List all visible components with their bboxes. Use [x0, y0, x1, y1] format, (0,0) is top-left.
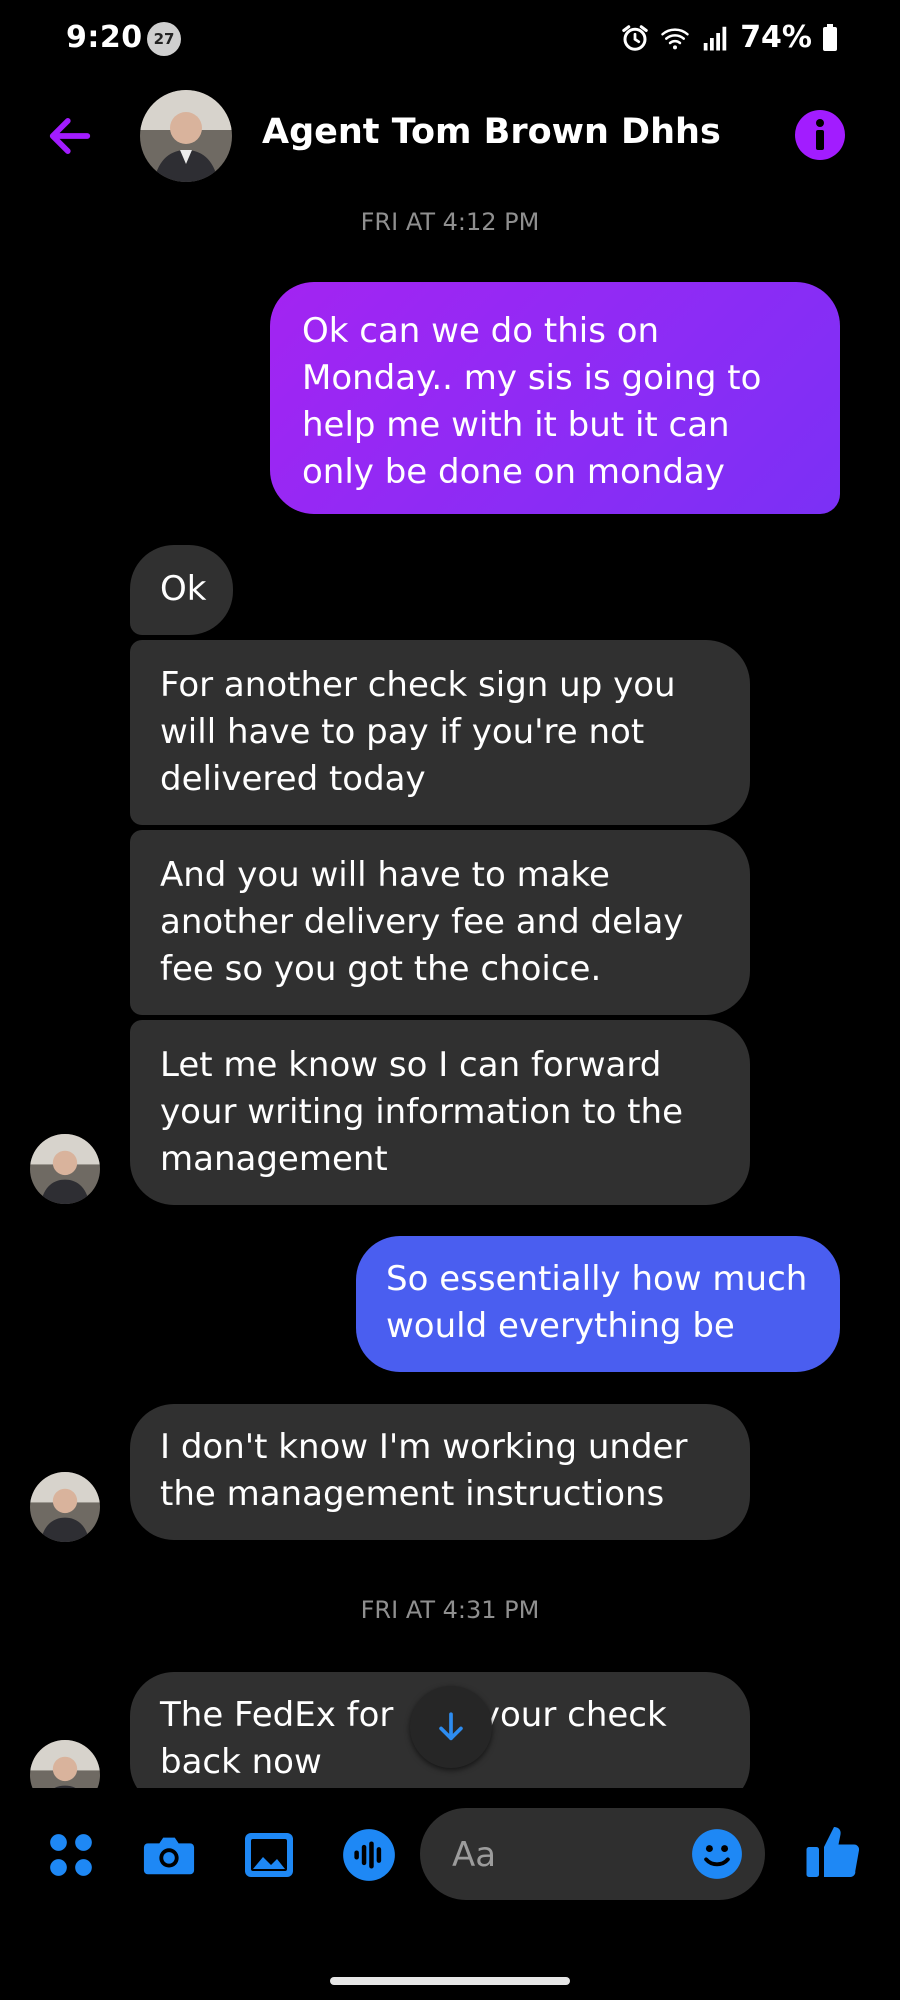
arrow-down-icon	[439, 1712, 463, 1741]
outgoing-message[interactable]: Ok can we do this on Monday.. my sis is …	[270, 282, 840, 514]
timestamp: FRI AT 4:31 PM	[360, 1596, 540, 1624]
contact-avatar[interactable]	[140, 90, 232, 182]
info-icon[interactable]	[795, 110, 845, 160]
signal-icon	[703, 26, 727, 50]
incoming-message[interactable]: And you will have to make another delive…	[130, 830, 750, 1015]
back-arrow-icon[interactable]	[44, 110, 96, 162]
camera-icon[interactable]	[142, 1828, 196, 1882]
apps-icon[interactable]	[44, 1828, 98, 1882]
status-time: 9:20	[66, 20, 143, 55]
message-composer[interactable]	[420, 1808, 765, 1902]
battery-icon	[823, 23, 837, 51]
gallery-icon[interactable]	[242, 1828, 296, 1882]
wifi-icon	[661, 27, 689, 49]
home-indicator[interactable]	[330, 1977, 570, 1985]
sender-avatar[interactable]	[30, 1134, 100, 1204]
outgoing-message[interactable]: So essentially how much would everything…	[356, 1236, 840, 1372]
scroll-down-button[interactable]	[410, 1686, 492, 1768]
incoming-message[interactable]: I don't know I'm working under the manag…	[130, 1404, 750, 1540]
voice-icon[interactable]	[342, 1828, 396, 1882]
battery-percent: 74%	[740, 20, 812, 55]
status-icons: 74%	[620, 20, 838, 55]
thumbs-up-icon[interactable]	[804, 1822, 864, 1882]
timestamp: FRI AT 4:12 PM	[360, 208, 540, 236]
contact-name[interactable]: Agent Tom Brown Dhhs	[262, 112, 721, 152]
incoming-message[interactable]: Let me know so I can forward your writin…	[130, 1020, 750, 1205]
notification-count-badge: 27	[147, 22, 181, 56]
alarm-icon	[622, 24, 648, 51]
avatar-photo	[140, 90, 232, 182]
message-input[interactable]	[450, 1808, 684, 1902]
sender-avatar[interactable]	[30, 1472, 100, 1542]
incoming-message[interactable]: Ok	[130, 545, 233, 635]
sender-avatar[interactable]	[30, 1740, 100, 1788]
incoming-message[interactable]: For another check sign up you will have …	[130, 640, 750, 825]
emoji-icon[interactable]	[691, 1828, 743, 1880]
